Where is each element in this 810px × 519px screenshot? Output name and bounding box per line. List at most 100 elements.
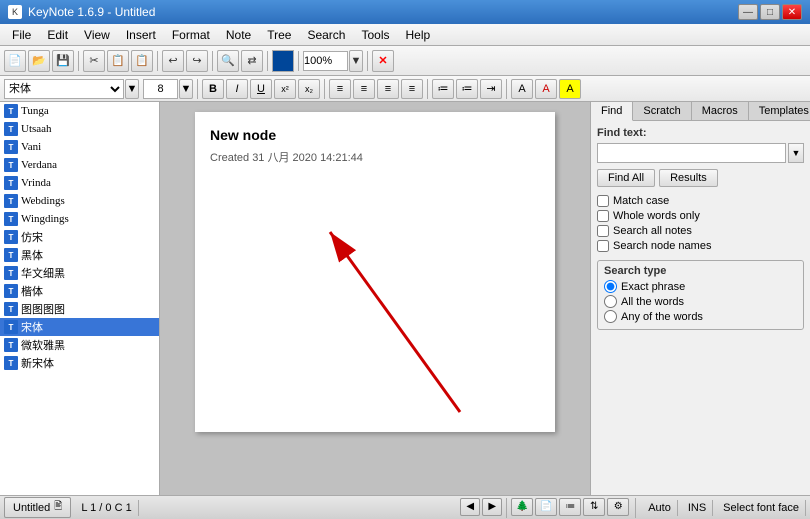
mode-text: Auto [648, 502, 671, 514]
delete-button[interactable]: ✕ [372, 50, 394, 72]
font-list-item[interactable]: T楷体 [0, 282, 159, 300]
search-notes-option[interactable]: Search all notes [597, 225, 804, 237]
nav-back-button[interactable]: ◀ [460, 498, 480, 516]
paste-button[interactable]: 📋 [131, 50, 153, 72]
menu-format[interactable]: Format [164, 26, 218, 44]
whole-words-option[interactable]: Whole words only [597, 210, 804, 222]
indent-button[interactable]: ⇥ [480, 79, 502, 99]
editor-area[interactable]: New node Created 31 八月 2020 14:21:44 [160, 102, 590, 495]
font-list-item[interactable]: TVrinda [0, 174, 159, 192]
editor-page[interactable]: New node Created 31 八月 2020 14:21:44 [195, 112, 555, 432]
font-list-item[interactable]: T图图图图 [0, 300, 159, 318]
font-size-dropdown[interactable]: ▼ [179, 79, 193, 99]
font-list-item[interactable]: T仿宋 [0, 228, 159, 246]
tab-find[interactable]: Find [591, 102, 633, 121]
search-all-words[interactable]: All the words [604, 295, 797, 308]
font-color-button[interactable]: A [535, 79, 557, 99]
exact-phrase-radio[interactable] [604, 280, 617, 293]
find-button[interactable]: 🔍 [217, 50, 239, 72]
menu-tools[interactable]: Tools [353, 26, 397, 44]
font-list-panel: TTungaTUtsaahTVaniTVerdanaTVrindaTWebdin… [0, 102, 160, 495]
zoom-input[interactable] [303, 51, 348, 71]
search-exact-phrase[interactable]: Exact phrase [604, 280, 797, 293]
whole-words-label: Whole words only [613, 210, 700, 222]
font-list-item[interactable]: T微软雅黑 [0, 336, 159, 354]
menu-insert[interactable]: Insert [118, 26, 164, 44]
style-button[interactable]: A [511, 79, 533, 99]
whole-words-checkbox[interactable] [597, 210, 609, 222]
align-center-button[interactable]: ≡ [353, 79, 375, 99]
tab-macros[interactable]: Macros [692, 102, 749, 120]
font-list-item[interactable]: T宋体 [0, 318, 159, 336]
new-button[interactable]: 📄 [4, 50, 26, 72]
align-justify-button[interactable]: ≡ [401, 79, 423, 99]
font-list-item[interactable]: T华文细黑 [0, 264, 159, 282]
menu-view[interactable]: View [76, 26, 118, 44]
copy-button[interactable]: 📋 [107, 50, 129, 72]
sort-icon-button[interactable]: ⇅ [583, 498, 605, 516]
tab-templates[interactable]: Templates [749, 102, 810, 120]
tab-scratch[interactable]: Scratch [633, 102, 691, 120]
font-list-item[interactable]: T新宋体 [0, 354, 159, 372]
bold-button[interactable]: B [202, 79, 224, 99]
color-button[interactable] [272, 50, 294, 72]
results-button[interactable]: Results [659, 169, 718, 187]
font-list-item[interactable]: TWingdings [0, 210, 159, 228]
minimize-button[interactable]: — [738, 4, 758, 20]
font-list[interactable]: TTungaTUtsaahTVaniTVerdanaTVrindaTWebdin… [0, 102, 159, 495]
menu-search[interactable]: Search [299, 26, 353, 44]
menu-edit[interactable]: Edit [39, 26, 76, 44]
redo-button[interactable]: ↪ [186, 50, 208, 72]
align-left-button[interactable]: ≡ [329, 79, 351, 99]
superscript-button[interactable]: x² [274, 79, 296, 99]
menu-file[interactable]: File [4, 26, 39, 44]
find-all-button[interactable]: Find All [597, 169, 655, 187]
search-any-words[interactable]: Any of the words [604, 310, 797, 323]
font-list-item[interactable]: T黑体 [0, 246, 159, 264]
open-button[interactable]: 📂 [28, 50, 50, 72]
match-case-option[interactable]: Match case [597, 195, 804, 207]
font-list-item[interactable]: TVerdana [0, 156, 159, 174]
nav-forward-button[interactable]: ▶ [482, 498, 502, 516]
zoom-dropdown[interactable]: ▼ [349, 50, 363, 72]
search-notes-checkbox[interactable] [597, 225, 609, 237]
sep-fmt1 [197, 79, 198, 99]
number-list-button[interactable]: ≔ [456, 79, 478, 99]
maximize-button[interactable]: □ [760, 4, 780, 20]
font-size-input[interactable] [143, 79, 178, 99]
match-case-checkbox[interactable] [597, 195, 609, 207]
search-nodes-checkbox[interactable] [597, 240, 609, 252]
font-list-item[interactable]: TWebdings [0, 192, 159, 210]
underline-button[interactable]: U [250, 79, 272, 99]
menu-note[interactable]: Note [218, 26, 259, 44]
italic-button[interactable]: I [226, 79, 248, 99]
settings-icon-button[interactable]: ⚙ [607, 498, 629, 516]
replace-button[interactable]: ⇄ [241, 50, 263, 72]
tree-icon-button[interactable]: 🌲 [511, 498, 533, 516]
subscript-button[interactable]: x₂ [298, 79, 320, 99]
align-right-button[interactable]: ≡ [377, 79, 399, 99]
menu-tree[interactable]: Tree [259, 26, 299, 44]
save-button[interactable]: 💾 [52, 50, 74, 72]
find-dropdown-button[interactable]: ▼ [788, 143, 804, 163]
any-words-radio[interactable] [604, 310, 617, 323]
node-icon-button[interactable]: 📄 [535, 498, 557, 516]
bullet-list-button[interactable]: ≔ [432, 79, 454, 99]
font-list-item[interactable]: TVani [0, 138, 159, 156]
undo-button[interactable]: ↩ [162, 50, 184, 72]
font-select[interactable]: 宋体 [4, 79, 124, 99]
status-tab-untitled[interactable]: Untitled 🖹 [4, 497, 71, 518]
all-words-radio[interactable] [604, 295, 617, 308]
list-icon-button[interactable]: ≔ [559, 498, 581, 516]
font-dropdown[interactable]: ▼ [125, 79, 139, 99]
format-bar: 宋体 ▼ ▼ B I U x² x₂ ≡ ≡ ≡ ≡ ≔ ≔ ⇥ A A A [0, 76, 810, 102]
highlight-button[interactable]: A [559, 79, 581, 99]
menu-help[interactable]: Help [398, 26, 439, 44]
search-nodes-option[interactable]: Search node names [597, 240, 804, 252]
font-list-item[interactable]: TTunga [0, 102, 159, 120]
font-list-item[interactable]: TUtsaah [0, 120, 159, 138]
cut-button[interactable]: ✂ [83, 50, 105, 72]
find-buttons: Find All Results [597, 169, 804, 187]
close-button[interactable]: ✕ [782, 4, 802, 20]
find-input[interactable] [597, 143, 786, 163]
